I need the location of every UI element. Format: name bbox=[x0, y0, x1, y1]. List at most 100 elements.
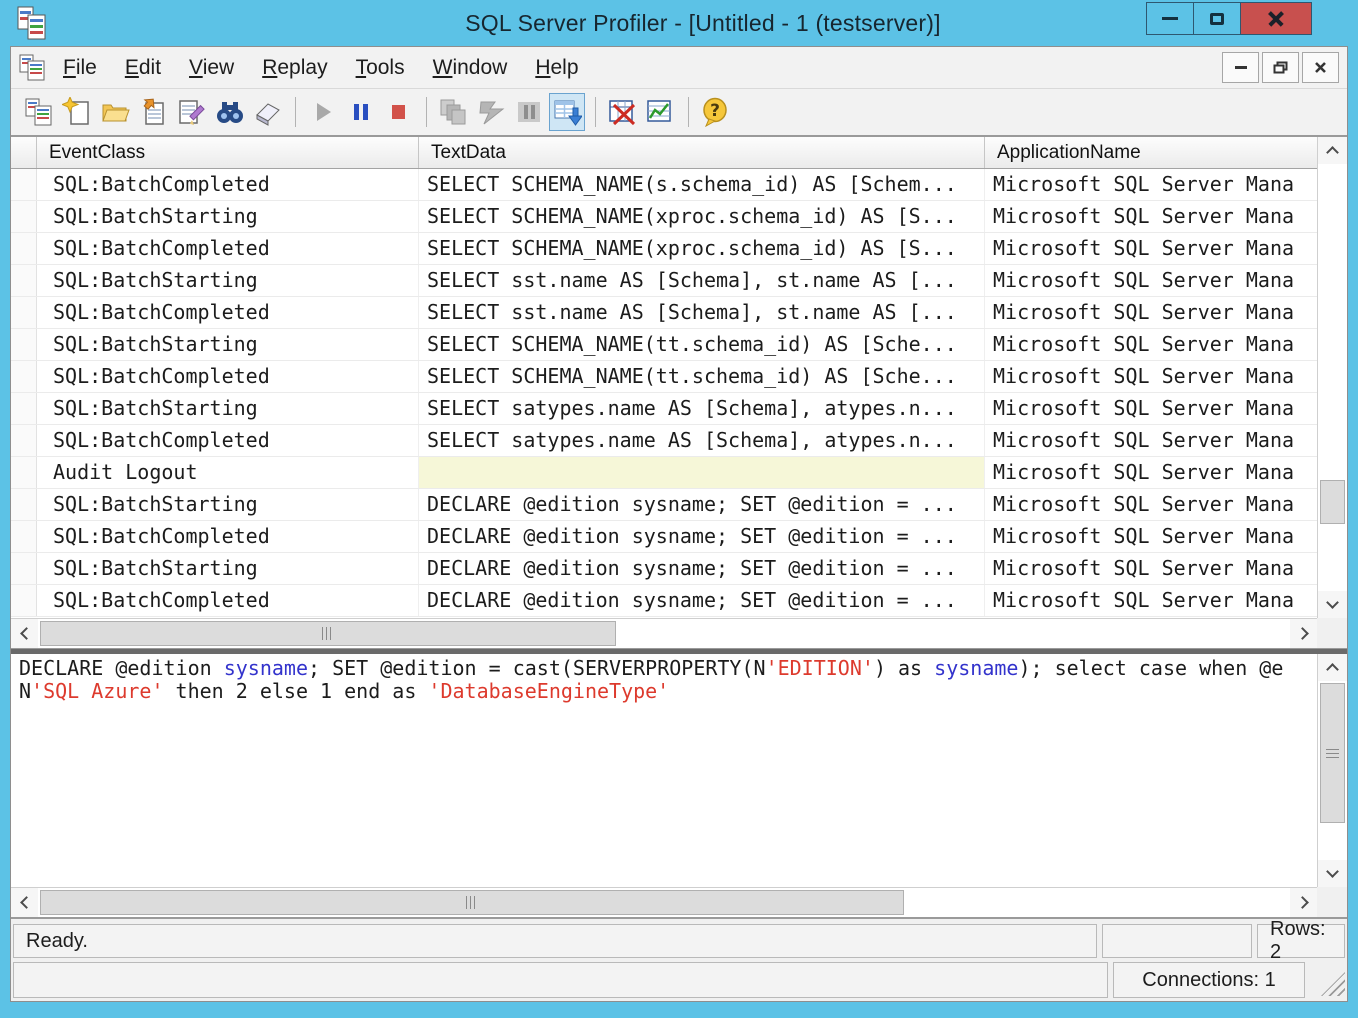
trace-event-row[interactable]: SQL:BatchCompleted SELECT SCHEMA_NAME(xp… bbox=[11, 233, 1317, 265]
detail-text[interactable]: DECLARE @edition sysname; SET @edition =… bbox=[11, 654, 1317, 887]
row-selector-cell[interactable] bbox=[11, 489, 37, 520]
trace-event-row[interactable]: SQL:BatchCompleted SELECT SCHEMA_NAME(tt… bbox=[11, 361, 1317, 393]
menu-tools[interactable]: Tools bbox=[342, 56, 419, 80]
row-selector-cell[interactable] bbox=[11, 265, 37, 296]
application-name-cell[interactable]: Microsoft SQL Server Mana bbox=[985, 361, 1317, 392]
event-class-cell[interactable]: SQL:BatchCompleted bbox=[37, 521, 419, 552]
event-class-cell[interactable]: SQL:BatchCompleted bbox=[37, 425, 419, 456]
application-name-cell[interactable]: Microsoft SQL Server Mana bbox=[985, 169, 1317, 200]
toggle-breakpoint-button[interactable] bbox=[511, 93, 547, 131]
detail-hscroll-track[interactable] bbox=[38, 888, 1290, 917]
row-selector-cell[interactable] bbox=[11, 521, 37, 552]
row-selector-cell[interactable] bbox=[11, 233, 37, 264]
column-header-eventclass[interactable]: EventClass bbox=[37, 137, 419, 168]
trace-event-row[interactable]: SQL:BatchCompleted DECLARE @edition sysn… bbox=[11, 521, 1317, 553]
event-class-cell[interactable]: SQL:BatchCompleted bbox=[37, 297, 419, 328]
scroll-up-button[interactable] bbox=[1318, 654, 1347, 681]
row-selector-cell[interactable] bbox=[11, 553, 37, 584]
pause-replay-button[interactable] bbox=[342, 93, 378, 131]
open-trace-button[interactable] bbox=[97, 93, 133, 131]
clear-trace-window-button[interactable] bbox=[249, 93, 285, 131]
trace-event-row[interactable]: SQL:BatchCompleted SELECT sst.name AS [S… bbox=[11, 297, 1317, 329]
mdi-minimize-button[interactable] bbox=[1222, 52, 1259, 83]
grid-vertical-scrollbar[interactable] bbox=[1317, 137, 1347, 618]
trace-event-row[interactable]: SQL:BatchStarting SELECT sst.name AS [Sc… bbox=[11, 265, 1317, 297]
row-selector-cell[interactable] bbox=[11, 585, 37, 616]
performance-monitor-button[interactable] bbox=[642, 93, 678, 131]
row-selector-cell[interactable] bbox=[11, 361, 37, 392]
new-trace-button[interactable] bbox=[59, 93, 95, 131]
application-name-cell[interactable]: Microsoft SQL Server Mana bbox=[985, 585, 1317, 616]
event-class-cell[interactable]: SQL:BatchStarting bbox=[37, 201, 419, 232]
auto-scroll-button[interactable] bbox=[549, 93, 585, 131]
menu-help[interactable]: Help bbox=[521, 56, 592, 80]
detail-vscroll-track[interactable] bbox=[1318, 681, 1347, 860]
text-data-cell[interactable]: SELECT sst.name AS [Schema], st.name AS … bbox=[419, 265, 985, 296]
detail-vertical-scrollbar[interactable] bbox=[1317, 654, 1347, 887]
row-selector-cell[interactable] bbox=[11, 457, 37, 488]
minimize-button[interactable] bbox=[1146, 2, 1193, 35]
event-class-cell[interactable]: SQL:BatchCompleted bbox=[37, 585, 419, 616]
grid-vscroll-thumb[interactable] bbox=[1320, 480, 1345, 524]
text-data-cell[interactable]: SELECT SCHEMA_NAME(s.schema_id) AS [Sche… bbox=[419, 169, 985, 200]
application-name-cell[interactable]: Microsoft SQL Server Mana bbox=[985, 393, 1317, 424]
event-class-cell[interactable]: SQL:BatchCompleted bbox=[37, 361, 419, 392]
trace-event-row[interactable]: SQL:BatchStarting DECLARE @edition sysna… bbox=[11, 553, 1317, 585]
scroll-up-button[interactable] bbox=[1318, 137, 1347, 164]
organize-columns-button[interactable] bbox=[604, 93, 640, 131]
save-trace-button[interactable] bbox=[135, 93, 171, 131]
event-class-cell[interactable]: SQL:BatchStarting bbox=[37, 393, 419, 424]
column-header-textdata[interactable]: TextData bbox=[419, 137, 985, 168]
grid-hscroll-track[interactable] bbox=[38, 619, 1290, 648]
row-selector-cell[interactable] bbox=[11, 425, 37, 456]
text-data-cell[interactable]: SELECT satypes.name AS [Schema], atypes.… bbox=[419, 393, 985, 424]
text-data-cell[interactable]: SELECT SCHEMA_NAME(xproc.schema_id) AS [… bbox=[419, 201, 985, 232]
detail-horizontal-scrollbar[interactable] bbox=[11, 887, 1317, 917]
text-data-cell[interactable]: DECLARE @edition sysname; SET @edition =… bbox=[419, 521, 985, 552]
detail-vscroll-thumb[interactable] bbox=[1320, 683, 1345, 823]
detail-hscroll-thumb[interactable] bbox=[40, 890, 904, 915]
maximize-button[interactable] bbox=[1193, 2, 1240, 35]
trace-event-row[interactable]: SQL:BatchStarting SELECT satypes.name AS… bbox=[11, 393, 1317, 425]
row-selector-cell[interactable] bbox=[11, 201, 37, 232]
help-button[interactable]: ? bbox=[697, 93, 733, 131]
stop-replay-button[interactable] bbox=[380, 93, 416, 131]
grid-horizontal-scrollbar[interactable] bbox=[11, 618, 1317, 648]
find-button[interactable] bbox=[211, 93, 247, 131]
trace-event-row[interactable]: SQL:BatchStarting DECLARE @edition sysna… bbox=[11, 489, 1317, 521]
event-class-cell[interactable]: SQL:BatchCompleted bbox=[37, 169, 419, 200]
application-name-cell[interactable]: Microsoft SQL Server Mana bbox=[985, 265, 1317, 296]
scroll-down-button[interactable] bbox=[1318, 591, 1347, 618]
trace-event-row[interactable]: SQL:BatchStarting SELECT SCHEMA_NAME(tt.… bbox=[11, 329, 1317, 361]
start-replay-button[interactable] bbox=[304, 93, 340, 131]
column-header-applicationname[interactable]: ApplicationName bbox=[985, 137, 1317, 168]
event-class-cell[interactable]: SQL:BatchCompleted bbox=[37, 233, 419, 264]
trace-event-row[interactable]: SQL:BatchCompleted SELECT satypes.name A… bbox=[11, 425, 1317, 457]
menu-file[interactable]: File bbox=[49, 56, 111, 80]
application-name-cell[interactable]: Microsoft SQL Server Mana bbox=[985, 233, 1317, 264]
menu-view[interactable]: View bbox=[175, 56, 248, 80]
trace-properties-button[interactable] bbox=[173, 93, 209, 131]
application-name-cell[interactable]: Microsoft SQL Server Mana bbox=[985, 489, 1317, 520]
text-data-cell[interactable]: SELECT SCHEMA_NAME(tt.schema_id) AS [Sch… bbox=[419, 329, 985, 360]
row-selector-cell[interactable] bbox=[11, 297, 37, 328]
mdi-restore-button[interactable] bbox=[1262, 52, 1299, 83]
scroll-left-button[interactable] bbox=[11, 888, 38, 917]
text-data-cell[interactable] bbox=[419, 457, 985, 488]
grid-vscroll-track[interactable] bbox=[1318, 164, 1347, 591]
scroll-down-button[interactable] bbox=[1318, 860, 1347, 887]
event-class-cell[interactable]: SQL:BatchStarting bbox=[37, 553, 419, 584]
event-class-cell[interactable]: Audit Logout bbox=[37, 457, 419, 488]
trace-event-row[interactable]: SQL:BatchCompleted SELECT SCHEMA_NAME(s.… bbox=[11, 169, 1317, 201]
menu-replay[interactable]: Replay bbox=[248, 56, 341, 80]
application-name-cell[interactable]: Microsoft SQL Server Mana bbox=[985, 297, 1317, 328]
row-selector-cell[interactable] bbox=[11, 329, 37, 360]
text-data-cell[interactable]: SELECT SCHEMA_NAME(tt.schema_id) AS [Sch… bbox=[419, 361, 985, 392]
menu-edit[interactable]: Edit bbox=[111, 56, 175, 80]
text-data-cell[interactable]: SELECT SCHEMA_NAME(xproc.schema_id) AS [… bbox=[419, 233, 985, 264]
application-name-cell[interactable]: Microsoft SQL Server Mana bbox=[985, 553, 1317, 584]
trace-event-row[interactable]: Audit Logout Microsoft SQL Server Mana bbox=[11, 457, 1317, 489]
text-data-cell[interactable]: DECLARE @edition sysname; SET @edition =… bbox=[419, 553, 985, 584]
row-selector-cell[interactable] bbox=[11, 393, 37, 424]
application-name-cell[interactable]: Microsoft SQL Server Mana bbox=[985, 457, 1317, 488]
